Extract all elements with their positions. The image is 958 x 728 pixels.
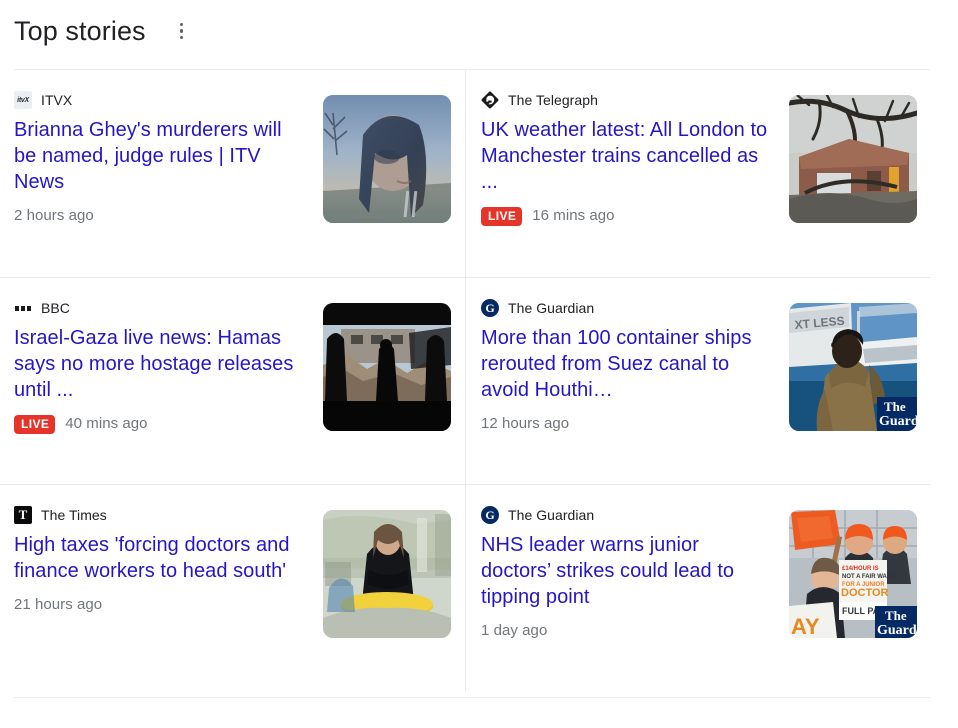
story-text: T The Times High taxes 'forcing doctors … — [14, 505, 304, 615]
story-headline-link[interactable]: UK weather latest: All London to Manches… — [481, 117, 771, 195]
story-headline-link[interactable]: Israel-Gaza live news: Hamas says no mor… — [14, 325, 304, 403]
story-text: BBC Israel-Gaza live news: Hamas says no… — [14, 298, 304, 434]
kebab-dot-1 — [179, 22, 184, 27]
the-guardian-logo-icon: G — [481, 506, 499, 524]
story-meta: LIVE 16 mins ago — [481, 206, 771, 226]
story-timestamp: 2 hours ago — [14, 207, 94, 224]
itvx-logo-icon: itvX — [14, 91, 32, 109]
svg-text:The: The — [884, 399, 906, 414]
stories-grid: itvX ITVX Brianna Ghey's murderers will … — [0, 70, 958, 691]
svg-text:£14/HOUR IS: £14/HOUR IS — [842, 566, 879, 572]
source-name: The Guardian — [508, 300, 595, 316]
story-source: BBC — [14, 298, 304, 318]
story-timestamp: 1 day ago — [481, 622, 548, 639]
story-headline-link[interactable]: Brianna Ghey's murderers will be named, … — [14, 117, 304, 195]
story-card[interactable]: G The Guardian More than 100 container s… — [466, 277, 931, 484]
top-stories-panel: Top stories itvX ITVX Brianna Ghey's mur… — [0, 0, 958, 728]
story-headline-link[interactable]: NHS leader warns junior doctors’ strikes… — [481, 532, 771, 610]
panel-header: Top stories — [0, 0, 958, 46]
source-name: BBC — [41, 300, 70, 316]
the-telegraph-logo-icon — [481, 91, 499, 109]
svg-text:AY: AY — [791, 614, 820, 638]
svg-text:Guard: Guard — [879, 414, 917, 429]
story-thumbnail[interactable] — [789, 95, 917, 223]
story-meta: 12 hours ago — [481, 414, 771, 434]
person-on-ship-deck-thumbnail: XT LESS The Guard — [789, 303, 917, 431]
story-thumbnail[interactable] — [323, 510, 451, 638]
story-thumbnail[interactable]: XT LESS The Guard — [789, 303, 917, 431]
status-badge-live: LIVE — [481, 206, 523, 226]
story-card[interactable]: BBC Israel-Gaza live news: Hamas says no… — [0, 277, 465, 484]
fallen-tree-on-house-thumbnail — [789, 95, 917, 223]
story-timestamp: 12 hours ago — [481, 415, 570, 432]
story-headline-link[interactable]: More than 100 container ships rerouted f… — [481, 325, 771, 403]
story-timestamp: 16 mins ago — [532, 207, 615, 224]
story-card[interactable]: itvX ITVX Brianna Ghey's murderers will … — [0, 70, 465, 277]
story-text: itvX ITVX Brianna Ghey's murderers will … — [14, 90, 304, 226]
the-times-logo-icon: T — [14, 506, 32, 524]
story-card[interactable]: T The Times High taxes 'forcing doctors … — [0, 484, 465, 691]
story-timestamp: 40 mins ago — [65, 415, 148, 432]
story-source: T The Times — [14, 505, 304, 525]
story-headline-link[interactable]: High taxes 'forcing doctors and finance … — [14, 532, 304, 584]
source-name: ITVX — [41, 92, 73, 108]
story-card[interactable]: G The Guardian NHS leader warns junior d… — [466, 484, 931, 691]
story-meta: LIVE 40 mins ago — [14, 414, 304, 434]
story-source: G The Guardian — [481, 298, 771, 318]
stories-column-left: itvX ITVX Brianna Ghey's murderers will … — [0, 70, 465, 691]
portrait-of-young-woman-outdoors-thumbnail — [323, 95, 451, 223]
svg-text:DOCTOR: DOCTOR — [841, 587, 889, 599]
svg-text:NOT A FAIR WAGE: NOT A FAIR WAGE — [842, 574, 896, 580]
more-vert-icon[interactable] — [170, 19, 194, 43]
story-source: itvX ITVX — [14, 90, 304, 110]
the-guardian-logo-icon: G — [481, 299, 499, 317]
kebab-dot-2 — [179, 29, 184, 33]
svg-text:Guardi: Guardi — [877, 623, 917, 638]
story-text: The Telegraph UK weather latest: All Lon… — [481, 90, 771, 226]
story-text: G The Guardian More than 100 container s… — [481, 298, 771, 434]
story-thumbnail[interactable] — [323, 303, 451, 431]
silhouette-amid-rubble-thumbnail — [323, 303, 451, 431]
junior-doctors-strike-placards-thumbnail: £14/HOUR IS NOT A FAIR WAGE FOR A JUNIOR… — [789, 510, 917, 638]
story-meta: 21 hours ago — [14, 595, 304, 615]
source-name: The Times — [41, 507, 107, 523]
story-thumbnail[interactable] — [323, 95, 451, 223]
source-name: The Guardian — [508, 507, 595, 523]
story-text: G The Guardian NHS leader warns junior d… — [481, 505, 771, 641]
story-meta: 2 hours ago — [14, 206, 304, 226]
source-name: The Telegraph — [508, 92, 598, 108]
story-card[interactable]: The Telegraph UK weather latest: All Lon… — [466, 70, 931, 277]
story-thumbnail[interactable]: £14/HOUR IS NOT A FAIR WAGE FOR A JUNIOR… — [789, 510, 917, 638]
kebab-dot-3 — [179, 35, 184, 40]
panel-bottom-divider — [14, 697, 930, 698]
woman-standing-by-yellow-table-thumbnail — [323, 510, 451, 638]
story-timestamp: 21 hours ago — [14, 596, 103, 613]
page-title: Top stories — [14, 16, 146, 46]
status-badge-live: LIVE — [14, 414, 56, 434]
bbc-logo-icon — [14, 299, 32, 317]
story-source: The Telegraph — [481, 90, 771, 110]
svg-text:The: The — [885, 608, 907, 623]
stories-column-right: The Telegraph UK weather latest: All Lon… — [465, 70, 931, 691]
story-source: G The Guardian — [481, 505, 771, 525]
story-meta: 1 day ago — [481, 621, 771, 641]
